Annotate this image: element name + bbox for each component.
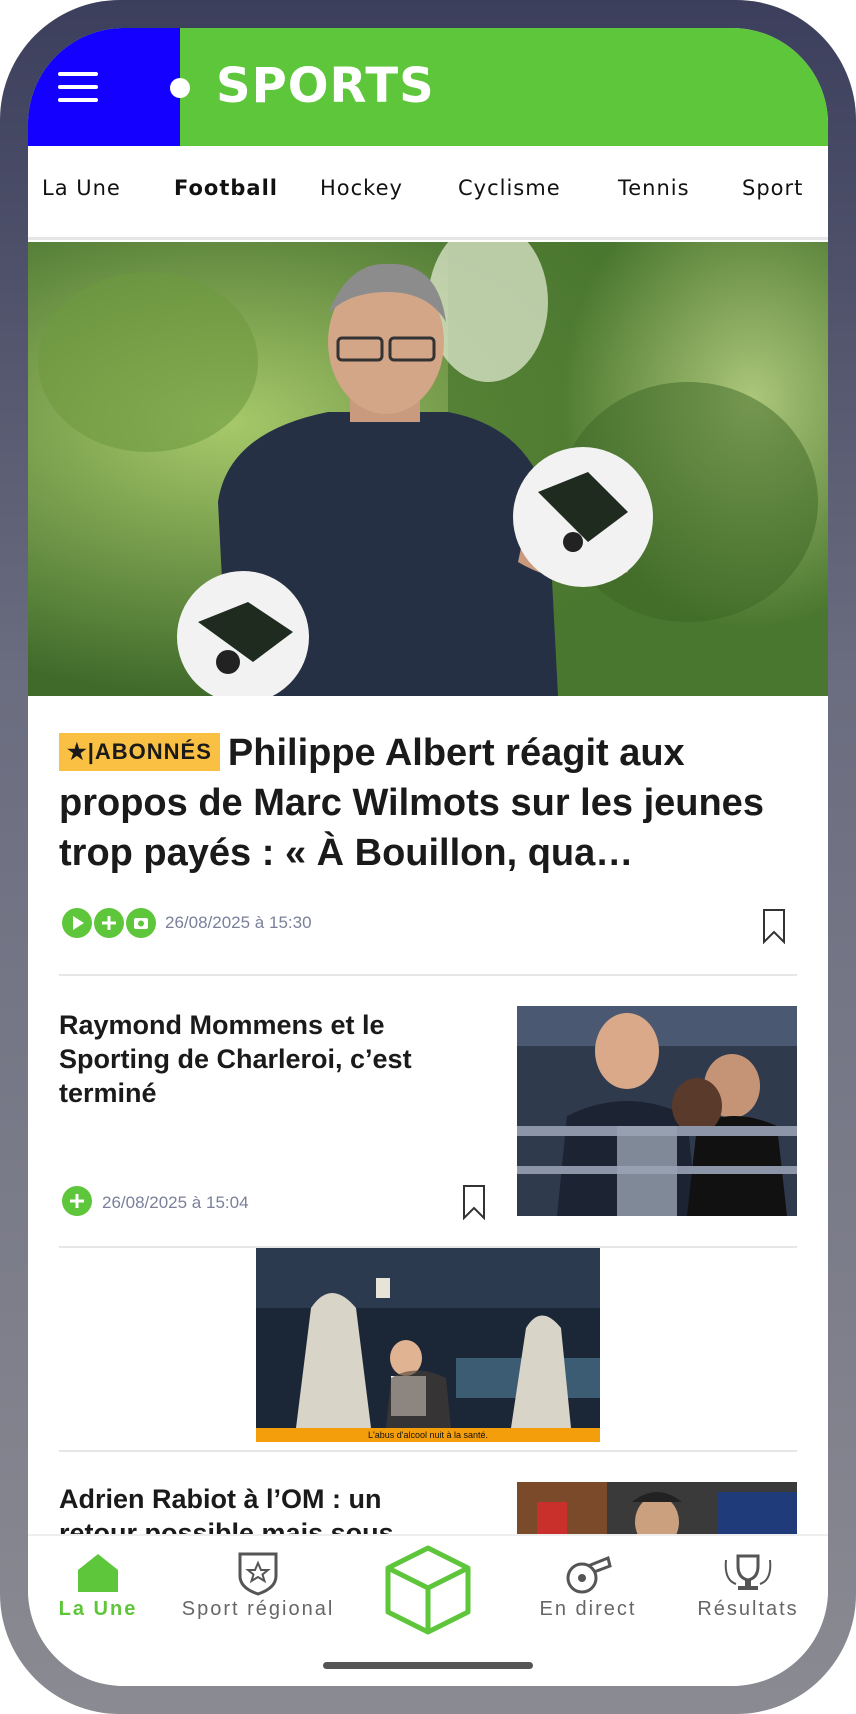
hero-image[interactable] xyxy=(28,242,828,696)
bookmark-icon[interactable] xyxy=(462,1184,486,1221)
ad-disclaimer: L'abus d'alcool nuit à la santé. xyxy=(256,1428,600,1442)
tab-tennis[interactable]: Tennis xyxy=(618,176,690,200)
plus-icon xyxy=(62,1186,92,1216)
header-blue-panel xyxy=(28,28,180,146)
home-icon xyxy=(78,1554,118,1592)
hero-date: 26/08/2025 à 15:30 xyxy=(165,913,312,932)
nav-label-sport-regional: Sport régional xyxy=(181,1598,335,1620)
hamburger-icon xyxy=(58,72,98,76)
divider xyxy=(59,1450,797,1452)
logo-dot xyxy=(170,78,190,98)
tab-football[interactable]: Football xyxy=(174,176,278,200)
article3-thumbnail[interactable] xyxy=(517,1482,797,1542)
advertisement[interactable]: L'abus d'alcool nuit à la santé. xyxy=(256,1248,600,1442)
menu-button[interactable] xyxy=(58,72,98,104)
home-indicator[interactable] xyxy=(323,1662,533,1669)
hamburger-icon xyxy=(58,98,98,102)
article2-thumbnail[interactable] xyxy=(517,1006,797,1216)
trophy-icon xyxy=(724,1554,772,1590)
device-frame: SPORTS La Une Football Hockey Cyclisme T… xyxy=(0,0,856,1714)
shield-star-icon xyxy=(238,1552,278,1596)
cube-icon xyxy=(385,1545,471,1635)
hamburger-icon xyxy=(58,85,98,89)
tab-cyclisme[interactable]: Cyclisme xyxy=(458,176,561,200)
whistle-icon xyxy=(566,1555,612,1594)
tab-sport[interactable]: Sport xyxy=(742,176,803,200)
hero-article-title[interactable]: ★|ABONNÉS Philippe Albert réagit aux prop… xyxy=(59,728,799,878)
article-title-mommens[interactable]: Raymond Mommens et le Sporting de Charle… xyxy=(59,1008,439,1110)
category-nav: La Une Football Hockey Cyclisme Tennis S… xyxy=(28,146,828,240)
tab-hockey[interactable]: Hockey xyxy=(320,176,403,200)
article2-date: 26/08/2025 à 15:04 xyxy=(102,1193,249,1212)
tab-la-une[interactable]: La Une xyxy=(42,176,121,200)
app-header: SPORTS xyxy=(28,28,828,146)
bookmark-icon[interactable] xyxy=(762,908,786,945)
camera-icon xyxy=(126,908,156,938)
subscriber-badge: ★|ABONNÉS xyxy=(59,733,220,771)
video-icon xyxy=(62,908,92,938)
plus-icon xyxy=(94,908,124,938)
nav-label-resultats: Résultats xyxy=(697,1598,799,1620)
app-logo[interactable]: SPORTS xyxy=(216,56,435,116)
divider xyxy=(59,974,797,976)
hero-meta: 26/08/2025 à 15:30 xyxy=(62,908,802,945)
app-screen: SPORTS La Une Football Hockey Cyclisme T… xyxy=(28,28,828,1686)
